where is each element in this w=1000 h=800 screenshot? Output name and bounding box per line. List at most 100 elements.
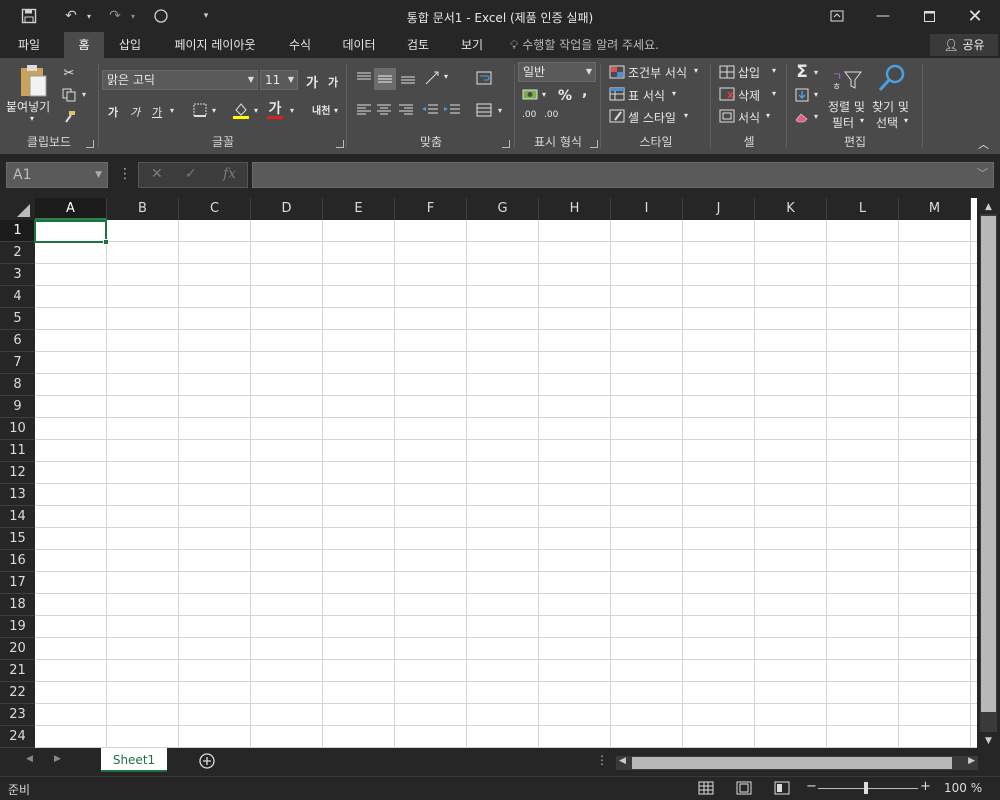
column-header-b[interactable]: B: [107, 198, 179, 220]
cell-styles-label[interactable]: 셀 스타일: [628, 109, 676, 126]
more-options-icon[interactable]: ⋮: [118, 166, 132, 182]
column-header-j[interactable]: J: [683, 198, 755, 220]
tab-review[interactable]: 검토: [396, 32, 440, 58]
decrease-decimal-button[interactable]: .00: [544, 110, 558, 120]
align-middle-icon[interactable]: [374, 68, 396, 90]
phonetic-dropdown-icon[interactable]: ▾: [334, 106, 338, 115]
conditional-formatting-label[interactable]: 조건부 서식: [628, 64, 687, 81]
ribbon-display-options-icon[interactable]: [814, 0, 860, 32]
row-header-11[interactable]: 11: [0, 440, 35, 462]
tab-view[interactable]: 보기: [450, 32, 494, 58]
increase-decimal-button[interactable]: .00: [522, 110, 536, 120]
find-select-label-2[interactable]: 선택: [876, 114, 898, 131]
maximize-icon[interactable]: [906, 0, 952, 32]
insert-cells-label[interactable]: 삽입: [738, 64, 760, 81]
sort-filter-label-2[interactable]: 필터: [832, 114, 854, 131]
row-header-10[interactable]: 10: [0, 418, 35, 440]
fill-dropdown-icon[interactable]: ▾: [814, 90, 818, 99]
fill-color-dropdown-icon[interactable]: ▾: [254, 106, 258, 115]
fill-handle[interactable]: [103, 239, 109, 245]
delete-cells-label[interactable]: 삭제: [738, 87, 760, 104]
more-options-icon[interactable]: ⋮: [596, 753, 608, 767]
font-color-dropdown-icon[interactable]: ▾: [290, 106, 294, 115]
normal-view-icon[interactable]: [698, 781, 714, 798]
row-header-15[interactable]: 15: [0, 528, 35, 550]
column-header-f[interactable]: F: [395, 198, 467, 220]
sheet-tab[interactable]: Sheet1: [101, 748, 167, 772]
tab-data[interactable]: 데이터: [332, 32, 386, 58]
sort-filter-icon[interactable]: ㄱㅎ: [830, 64, 864, 94]
column-header-d[interactable]: D: [251, 198, 323, 220]
orientation-dropdown-icon[interactable]: ▾: [444, 72, 448, 81]
align-top-icon[interactable]: [354, 68, 374, 88]
scroll-up-icon[interactable]: ▲: [980, 200, 997, 214]
grow-font-icon[interactable]: 가: [306, 72, 318, 91]
collapse-ribbon-icon[interactable]: ︿: [978, 136, 989, 152]
column-header-k[interactable]: K: [755, 198, 827, 220]
paste-dropdown-icon[interactable]: ▾: [30, 114, 34, 123]
copy-icon[interactable]: [60, 86, 78, 104]
merge-dropdown-icon[interactable]: ▾: [498, 106, 502, 115]
insert-cells-icon[interactable]: [718, 64, 736, 80]
page-break-view-icon[interactable]: [774, 781, 790, 798]
border-icon[interactable]: [192, 102, 208, 118]
prev-sheet-icon[interactable]: ◀: [26, 754, 33, 764]
sort-filter-label[interactable]: 정렬 및: [828, 98, 865, 115]
percent-style-button[interactable]: %: [558, 88, 572, 104]
orientation-icon[interactable]: [422, 68, 444, 88]
row-header-23[interactable]: 23: [0, 704, 35, 726]
column-header-c[interactable]: C: [179, 198, 251, 220]
column-header-e[interactable]: E: [323, 198, 395, 220]
tell-me-box[interactable]: 💡︎ 수행할 작업을 알려 주세요.: [510, 32, 659, 58]
formula-input[interactable]: ﹀: [252, 162, 994, 188]
row-header-19[interactable]: 19: [0, 616, 35, 638]
column-header-h[interactable]: H: [539, 198, 611, 220]
shrink-font-icon[interactable]: 가: [328, 74, 338, 90]
format-dropdown-icon[interactable]: ▾: [766, 111, 770, 120]
cancel-icon[interactable]: ✕: [151, 166, 163, 182]
find-select-icon[interactable]: [876, 62, 908, 94]
wrap-text-icon[interactable]: [474, 68, 494, 88]
insert-dropdown-icon[interactable]: ▾: [772, 66, 776, 75]
align-left-icon[interactable]: [354, 100, 374, 120]
column-header-m[interactable]: M: [899, 198, 971, 220]
underline-dropdown-icon[interactable]: ▾: [170, 106, 174, 115]
worksheet-grid[interactable]: ABCDEFGHIJKLM 1 2 3 4 5 6 7 8 9 10 11 12 13 14 15 16 17 1…: [0, 198, 1000, 748]
align-center-icon[interactable]: [374, 100, 394, 120]
clipboard-launcher-icon[interactable]: [86, 140, 94, 148]
autosum-dropdown-icon[interactable]: ▾: [814, 68, 818, 77]
row-header-17[interactable]: 17: [0, 572, 35, 594]
tab-formulas[interactable]: 수식: [278, 32, 322, 58]
row-header-8[interactable]: 8: [0, 374, 35, 396]
vertical-scrollbar[interactable]: ▲ ▼: [977, 198, 1000, 748]
copy-dropdown-icon[interactable]: ▾: [82, 90, 86, 99]
format-painter-icon[interactable]: [60, 108, 78, 126]
close-icon[interactable]: ✕: [952, 0, 998, 32]
fill-color-icon[interactable]: [232, 100, 250, 120]
paste-icon[interactable]: [16, 64, 50, 98]
table-format-dropdown-icon[interactable]: ▾: [672, 89, 676, 98]
align-bottom-icon[interactable]: [398, 68, 418, 88]
name-box[interactable]: A1 ▼: [6, 162, 108, 188]
select-all-button[interactable]: [0, 198, 35, 220]
align-right-icon[interactable]: [396, 100, 416, 120]
row-header-14[interactable]: 14: [0, 506, 35, 528]
number-format-combo[interactable]: 일반 ▼: [518, 62, 596, 82]
find-select-label[interactable]: 찾기 및: [872, 98, 909, 115]
column-header-g[interactable]: G: [467, 198, 539, 220]
tab-page-layout[interactable]: 페이지 레이아웃: [162, 32, 268, 58]
page-layout-view-icon[interactable]: [736, 781, 752, 798]
horizontal-scrollbar[interactable]: ◀ ▶: [616, 756, 978, 770]
expand-formula-icon[interactable]: ﹀: [977, 165, 988, 181]
share-button[interactable]: 👤︎ 공유: [930, 34, 998, 56]
conditional-dropdown-icon[interactable]: ▾: [694, 66, 698, 75]
font-name-combo[interactable]: 맑은 고딕 ▼: [102, 70, 258, 90]
row-header-12[interactable]: 12: [0, 462, 35, 484]
sort-filter-dropdown-icon[interactable]: ▾: [860, 116, 864, 125]
minimize-icon[interactable]: —: [860, 0, 906, 32]
active-cell[interactable]: [34, 220, 107, 243]
decrease-indent-icon[interactable]: [420, 100, 440, 120]
autosum-icon[interactable]: Σ: [792, 62, 812, 82]
row-header-5[interactable]: 5: [0, 308, 35, 330]
paste-label[interactable]: 붙여넣기: [6, 98, 50, 115]
